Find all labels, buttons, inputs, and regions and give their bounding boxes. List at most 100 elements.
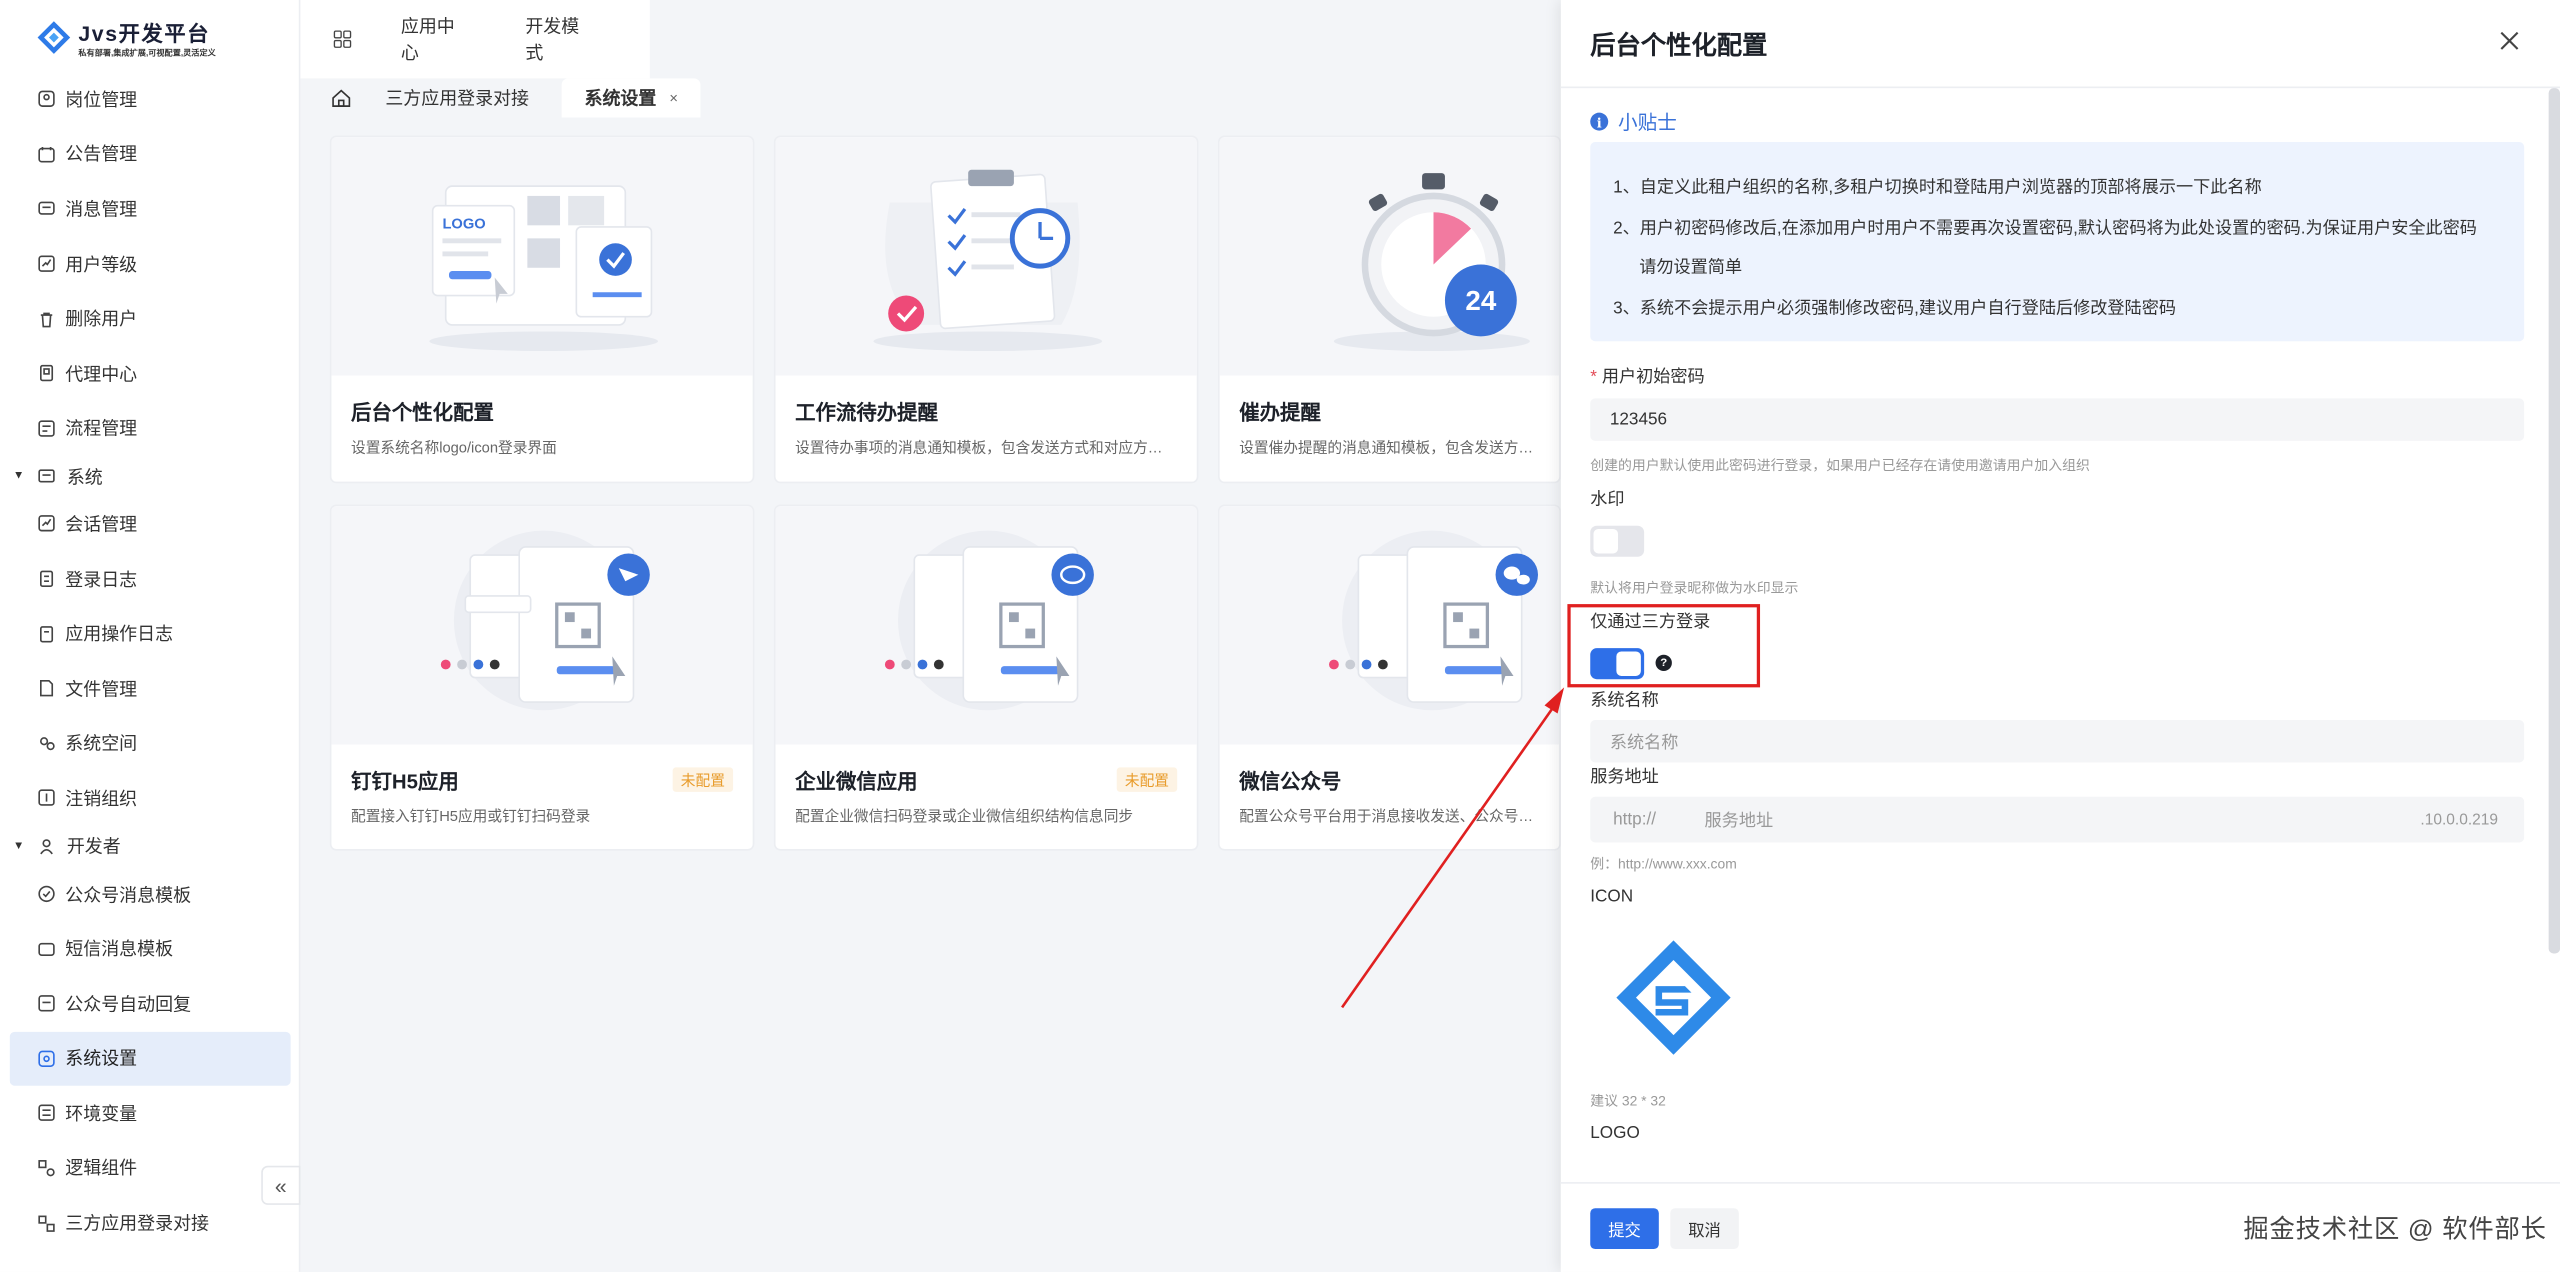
process-icon — [36, 419, 56, 439]
sidebar-group-dev[interactable]: ▼ 开发者 — [0, 826, 300, 867]
agent-icon — [36, 364, 56, 384]
log-icon — [36, 569, 56, 589]
sidebar-collapse-button[interactable]: « — [261, 1165, 301, 1205]
card-backend-config[interactable]: LOGO 后台个性化配置 设置系统名称logo/icon登录界面 — [329, 135, 755, 484]
card-dingtalk[interactable]: 未配置 钉钉H5应用 配置接入钉钉H5应用或钉钉扫码登录 — [329, 504, 755, 851]
password-hint: 创建的用户默认使用此密码进行登录，如果用户已经存在请使用邀请用户加入组织 — [1590, 457, 2090, 474]
status-badge: 未配置 — [672, 767, 734, 792]
cancel-button[interactable]: 取消 — [1670, 1208, 1739, 1250]
site-watermark: 掘金技术社区 @ 软件部长 — [2243, 1216, 2547, 1245]
close-icon[interactable] — [2498, 29, 2521, 52]
sidebar-item-logic-component[interactable]: 逻辑组件 — [0, 1141, 300, 1196]
sidebar-item-sms-template[interactable]: 短信消息模板 — [0, 921, 300, 976]
sidebar-item-mp-template[interactable]: 公众号消息模板 — [0, 867, 300, 922]
chart-icon — [36, 254, 56, 274]
sidebar-item-space[interactable]: 系统空间 — [0, 716, 300, 771]
sidebar-item-files[interactable]: 文件管理 — [0, 661, 300, 716]
sidebar-item-login-log[interactable]: 登录日志 — [0, 551, 300, 606]
tip-line: 3、系统不会提示用户必须强制修改密码,建议用户自行登陆后修改登陆密码 — [1613, 297, 2177, 318]
card-illustration — [775, 137, 1197, 376]
address-input[interactable]: http:// 服务地址 .10.0.0.219 — [1590, 796, 2525, 843]
drawer-title: 后台个性化配置 — [1590, 31, 1768, 60]
component-icon — [36, 1158, 56, 1178]
tip-header: i 小贴士 — [1590, 108, 1677, 136]
message-icon — [36, 199, 56, 219]
id-card-icon — [36, 89, 56, 109]
field-label-watermark: 水印 — [1590, 489, 1625, 510]
icon-hint: 建议 32 * 32 — [1590, 1092, 1666, 1109]
tab-system-settings[interactable]: 系统设置 × — [561, 78, 701, 118]
brand-logo[interactable]: Jvs开发平台 私有部署,集成扩展,可视配置,灵活定义 — [36, 16, 216, 59]
top-link-app-center[interactable]: 应用中心 — [401, 13, 460, 65]
watermark-hint: 默认将用户登录昵称做为水印显示 — [1590, 579, 1799, 596]
system-icon — [37, 466, 57, 486]
app-log-icon — [36, 624, 56, 644]
address-placeholder: 服务地址 — [1704, 810, 1774, 831]
sidebar-item-env[interactable]: 环境变量 — [0, 1086, 300, 1141]
drawer-scrollbar[interactable] — [2548, 88, 2560, 954]
tip-box: 1、自定义此租户组织的名称,多租户切换时和登陆用户浏览器的顶部将展示一下此名称 … — [1590, 142, 2525, 342]
card-desc: 设置待办事项的消息通知模板，包含发送方式和对应方… — [795, 439, 1163, 456]
check-circle-icon — [36, 884, 56, 904]
developer-icon — [37, 836, 57, 856]
highlight-box — [1567, 604, 1761, 688]
address-prefix: http:// — [1613, 809, 1656, 830]
sidebar-item-message[interactable]: 消息管理 — [0, 182, 300, 237]
link-icon — [36, 1213, 56, 1233]
tip-line: 请勿设置简单 — [1639, 257, 1743, 278]
password-input[interactable]: 123456 — [1590, 398, 2525, 441]
sidebar-item-post[interactable]: 岗位管理 — [0, 72, 300, 127]
field-label-password: * 用户初始密码 — [1590, 367, 1705, 387]
caret-down-icon: ▼ — [13, 840, 25, 852]
card-title: 工作流待办提醒 — [795, 401, 939, 425]
sysname-input[interactable]: 系统名称 — [1590, 720, 2525, 763]
card-wechat-mp[interactable]: 微信公众号 配置公众号平台用于消息接收发送、公众号扫码登 — [1217, 504, 1561, 851]
tab-close-icon[interactable]: × — [669, 90, 678, 106]
app-grid-icon[interactable] — [333, 28, 352, 51]
top-bar: 应用中心 开发模式 — [300, 0, 650, 79]
sidebar-item-agent-center[interactable]: 代理中心 — [0, 346, 300, 401]
sidebar-item-user-level[interactable]: 用户等级 — [0, 236, 300, 291]
sidebar-item-process[interactable]: 流程管理 — [0, 401, 300, 456]
svg-text:LOGO: LOGO — [442, 217, 485, 233]
session-icon — [36, 514, 56, 534]
brand-title: Jvs开发平台 — [78, 21, 211, 46]
org-icon — [36, 788, 56, 808]
status-badge: 未配置 — [1116, 767, 1178, 792]
required-mark: * — [1590, 367, 1597, 387]
watermark-switch[interactable] — [1590, 525, 1645, 557]
sidebar-menu: 岗位管理 公告管理 消息管理 用户等级 删除用户 代理中心 流程管理 ▼ 系统 会… — [0, 72, 300, 1251]
card-desc: 设置系统名称logo/icon登录界面 — [351, 439, 557, 456]
tip-line: 2、用户初密码修改后,在添加用户时用户不需要再次设置密码,默认密码将为此处设置的… — [1613, 217, 2477, 238]
home-icon[interactable] — [330, 87, 353, 110]
sidebar-group-system[interactable]: ▼ 系统 — [0, 456, 300, 497]
card-title: 催办提醒 — [1239, 401, 1321, 425]
sidebar-item-system-settings[interactable]: 系统设置 — [9, 1031, 291, 1086]
card-illustration — [775, 506, 1197, 745]
card-desc: 配置公众号平台用于消息接收发送、公众号扫码登 — [1239, 808, 1540, 825]
sidebar-item-notice[interactable]: 公告管理 — [0, 127, 300, 182]
brand-subtitle: 私有部署,集成扩展,可视配置,灵活定义 — [78, 48, 216, 59]
field-label-icon: ICON — [1590, 886, 1634, 907]
card-urge-reminder[interactable]: 24 催办提醒 设置催办提醒的消息通知模板，包含发送方式和对应方 — [1217, 135, 1561, 484]
sidebar-item-deleted-users[interactable]: 删除用户 — [0, 291, 300, 346]
sidebar-item-session[interactable]: 会话管理 — [0, 497, 300, 552]
card-illustration — [331, 506, 753, 745]
tab-third-login[interactable]: 三方应用登录对接 — [385, 78, 529, 117]
sidebar-item-third-login[interactable]: 三方应用登录对接 — [0, 1196, 300, 1251]
card-wecom[interactable]: 未配置 企业微信应用 配置企业微信扫码登录或企业微信组织结构信息同步 — [773, 504, 1199, 851]
submit-button[interactable]: 提交 — [1590, 1208, 1659, 1250]
address-hint: 例：http://www.xxx.com — [1590, 855, 1737, 872]
sidebar-item-app-log[interactable]: 应用操作日志 — [0, 606, 300, 661]
tip-line: 1、自定义此租户组织的名称,多租户切换时和登陆用户浏览器的顶部将展示一下此名称 — [1613, 177, 2262, 198]
tip-title: 小贴士 — [1618, 111, 1677, 134]
card-workflow-reminder[interactable]: 工作流待办提醒 设置待办事项的消息通知模板，包含发送方式和对应方… — [773, 135, 1199, 484]
card-title: 微信公众号 — [1239, 770, 1342, 794]
sidebar-item-auto-reply[interactable]: 公众号自动回复 — [0, 976, 300, 1031]
brand-icon-preview[interactable] — [1613, 937, 1734, 1058]
sidebar-item-cancel-org[interactable]: 注销组织 — [0, 771, 300, 826]
notice-icon — [36, 144, 56, 164]
env-icon — [36, 1104, 56, 1124]
top-link-dev-mode[interactable]: 开发模式 — [525, 13, 584, 65]
field-label-address: 服务地址 — [1590, 767, 1659, 787]
